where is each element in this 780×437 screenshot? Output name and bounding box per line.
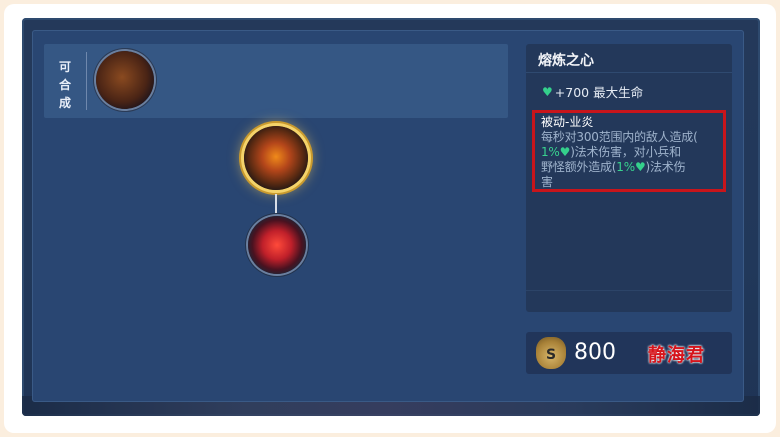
passive-text: )法术伤害，对小兵和 <box>570 145 681 159</box>
item-stat: ♥ +700 最大生命 <box>542 82 643 101</box>
passive-percent: 1% <box>541 145 560 159</box>
green-heart-icon: ♥ <box>634 160 646 174</box>
divider <box>86 52 87 110</box>
selected-item-icon[interactable] <box>244 126 308 190</box>
craftable-label: 可合成 <box>58 60 71 110</box>
price-value: 800 <box>574 340 616 365</box>
passive-percent: 1% <box>616 160 635 174</box>
item-info-panel: 熔炼之心 ♥ +700 最大生命 被动-业炎 每秒对300范围内的敌人造成(1%… <box>526 44 732 312</box>
passive-text: 每秒对300范围内的敌人造成( <box>541 130 698 144</box>
passive-text: )法术伤 <box>645 160 686 174</box>
price-bar: S 800 静海君 <box>526 332 732 374</box>
tree-connector <box>275 194 277 216</box>
passive-description-box: 被动-业炎 每秒对300范围内的敌人造成(1%♥)法术伤害，对小兵和 野怪额外造成… <box>532 110 726 192</box>
craftable-bar: 可合成 <box>44 44 508 118</box>
craftable-item-icon[interactable] <box>96 51 154 109</box>
stat-text: +700 最大生命 <box>554 85 644 100</box>
divider <box>526 72 732 73</box>
item-detail-panel: 可合成 熔炼之心 ♥ +700 最大生命 被动-业炎 每秒对300范围内的敌人造… <box>22 18 760 416</box>
divider <box>526 290 732 291</box>
passive-description: 每秒对300范围内的敌人造成(1%♥)法术伤害，对小兵和 野怪额外造成(1%♥)法… <box>541 130 719 190</box>
passive-text: 野怪额外造成( <box>541 160 617 174</box>
green-heart-icon: ♥ <box>542 84 553 99</box>
component-item-icon[interactable] <box>248 216 306 274</box>
passive-text: 害 <box>541 175 553 189</box>
green-heart-icon: ♥ <box>559 145 571 159</box>
coin-bag-icon: S <box>536 337 566 369</box>
passive-name: 被动-业炎 <box>541 115 594 129</box>
watermark: 静海君 <box>648 345 705 366</box>
item-name: 熔炼之心 <box>538 53 594 69</box>
